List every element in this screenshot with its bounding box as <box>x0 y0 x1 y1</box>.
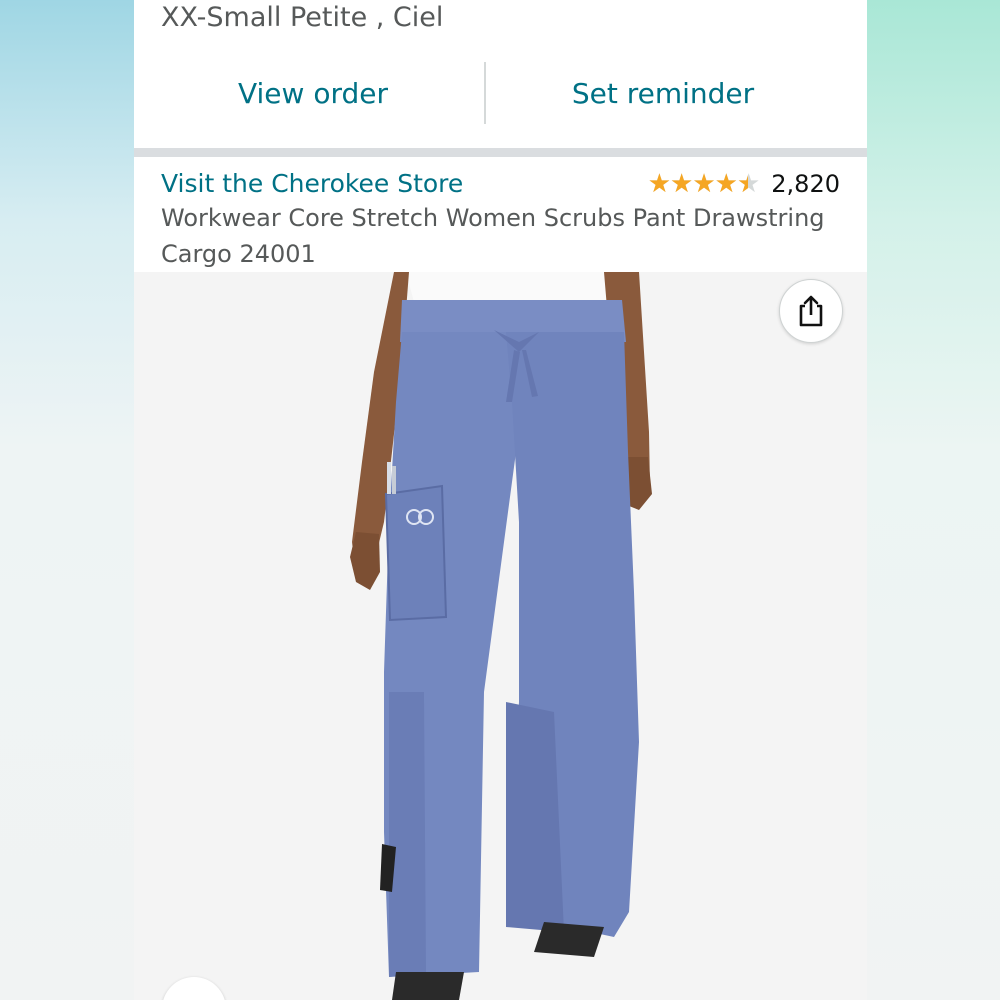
rating[interactable]: ★★★★★ ★★★★★ 2,820 <box>648 166 840 202</box>
section-separator <box>134 148 867 157</box>
background-left <box>0 0 134 1000</box>
set-reminder-button[interactable]: Set reminder <box>488 58 838 128</box>
product-title: Workwear Core Stretch Women Scrubs Pant … <box>161 204 825 268</box>
share-button[interactable] <box>779 279 843 343</box>
share-icon <box>799 295 823 327</box>
view-order-button[interactable]: View order <box>138 58 488 128</box>
store-link[interactable]: Visit the Cherokee Store <box>161 166 463 202</box>
product-photo <box>350 272 652 1000</box>
background-right <box>867 0 1000 1000</box>
star-rating: ★★★★★ ★★★★★ <box>647 166 761 202</box>
rating-count[interactable]: 2,820 <box>771 170 840 198</box>
product-panel: XX-Small Petite , Ciel View order Set re… <box>134 0 867 1000</box>
action-divider <box>484 62 486 124</box>
order-variant: XX-Small Petite , Ciel <box>161 2 444 33</box>
stars-filled: ★★★★★ <box>647 169 748 199</box>
product-image[interactable] <box>134 272 867 1000</box>
order-actions: View order Set reminder <box>134 58 867 128</box>
